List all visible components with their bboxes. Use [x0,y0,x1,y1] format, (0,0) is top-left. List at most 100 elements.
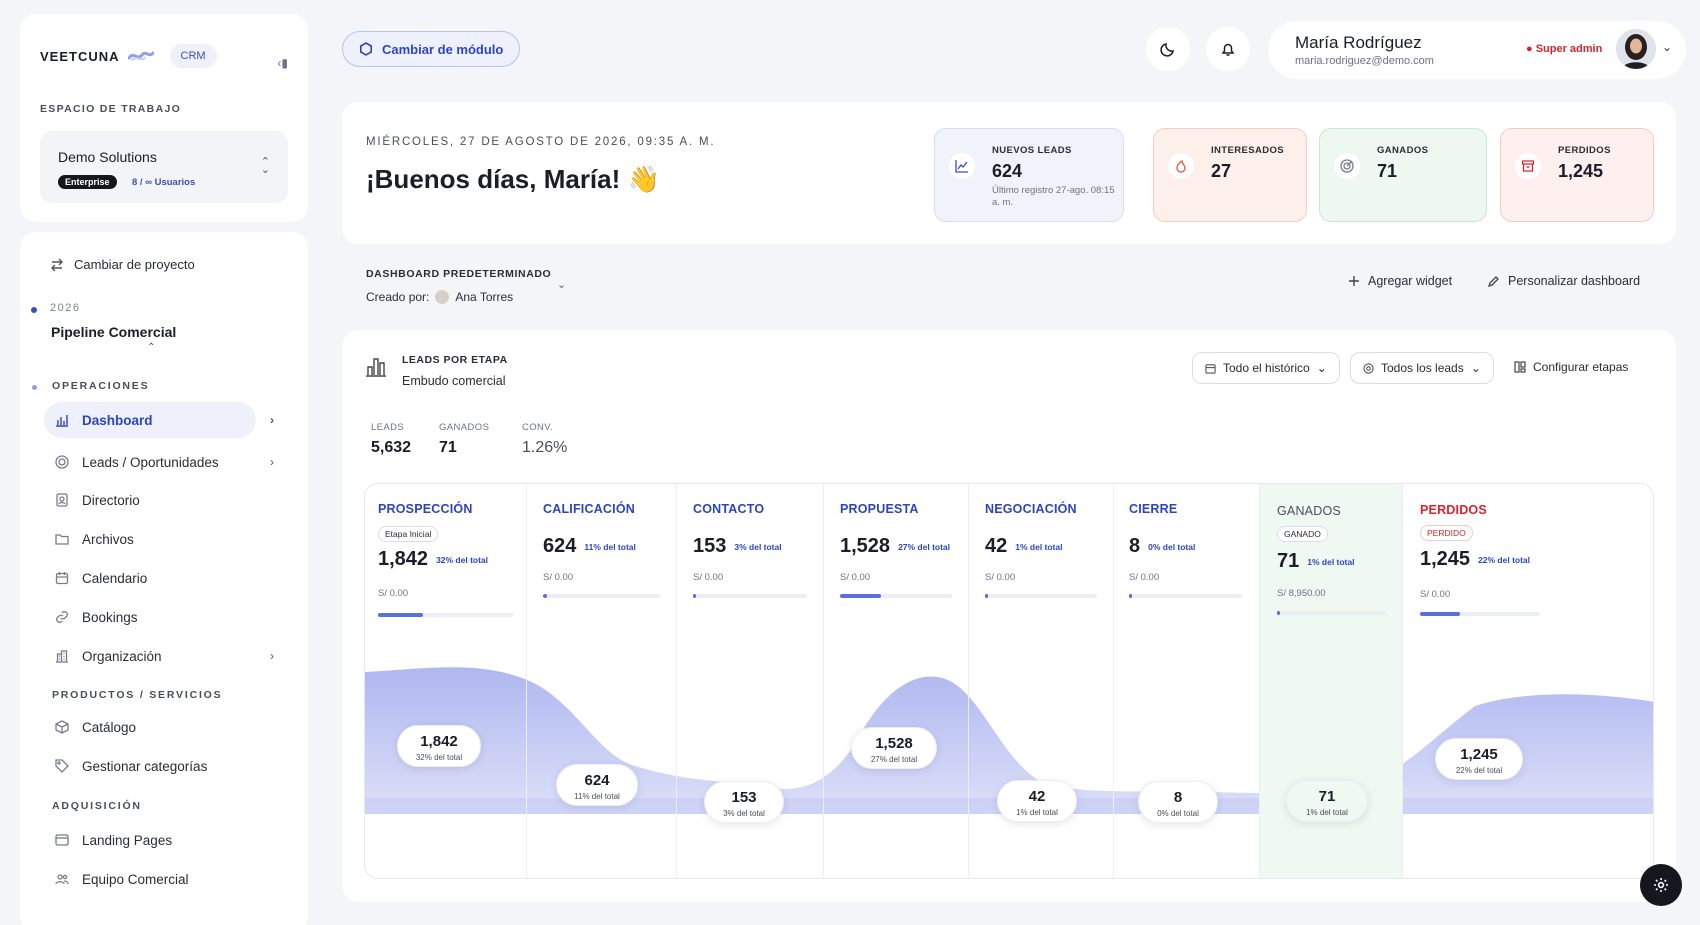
stage-progress-fill [378,613,423,617]
add-widget-button[interactable]: Agregar widget [1348,274,1452,288]
bubble-value: 1,245 [1460,746,1498,763]
stage-bubble: 153 3% del total [704,781,784,823]
stage-name: NEGOCIACIÓN [985,502,1077,516]
stage-column-propuesta[interactable]: PROPUESTA 1,528 27% del total S/ 0.00 [824,484,969,878]
sidebar-item-label: Gestionar categorías [82,758,208,774]
plan-badge: Enterprise [58,175,117,189]
customize-dashboard-button[interactable]: Personalizar dashboard [1487,274,1640,288]
box-icon [54,719,70,735]
chevron-down-icon[interactable]: ⌄ [557,278,566,291]
switch-project-button[interactable]: Cambiar de proyecto [50,257,195,272]
dark-mode-button[interactable] [1146,27,1190,71]
configure-stages-button[interactable]: Configurar etapas [1514,360,1628,374]
add-widget-label: Agregar widget [1368,274,1453,288]
stage-percent: 27% del total [898,541,951,552]
sidebar-item-label: Leads / Oportunidades [82,454,219,470]
stage-column-calificacion[interactable]: CALIFICACIÓN 624 11% del total S/ 0.00 [527,484,677,878]
switch-module-button[interactable]: Cambiar de módulo [342,31,521,67]
role-label: Super admin [1535,43,1603,55]
kpi-label: GANADOS [439,422,490,433]
time-filter-label: Todo el histórico [1223,361,1310,375]
timeline-dot [31,307,37,313]
team-icon [54,871,70,887]
stage-column-perdidos[interactable]: PERDIDOS PERDIDO 1,245 22% del total S/ 0… [1403,484,1653,878]
bar-chart-icon [54,412,70,428]
stage-bubble: 8 0% del total [1138,781,1218,823]
user-menu[interactable]: María Rodríguez maria.rodriguez@demo.com… [1268,21,1686,79]
stage-count: 42 [985,535,1008,557]
stage-progress [378,613,513,617]
created-by: Creado por: Ana Torres [366,290,513,304]
chevron-up-icon[interactable]: ⌃ [147,342,155,353]
sidebar-item-bookings[interactable]: Bookings [44,599,256,635]
bubble-value: 42 [1028,788,1046,805]
stat-label: PERDIDOS [1558,145,1611,156]
sidebar-item-label: Equipo Comercial [82,871,189,887]
sidebar-item-label: Landing Pages [82,832,173,848]
stat-card-interesados[interactable]: INTERESADOS 27 [1153,128,1307,222]
sidebar-item-archivos[interactable]: Archivos [44,521,256,557]
moon-icon [1160,41,1176,57]
plus-icon [1348,275,1360,287]
sidebar-item-label: Bookings [82,609,138,625]
stage-progress [693,594,807,598]
dashboard-selector-label[interactable]: DASHBOARD PREDETERMINADO [366,268,551,280]
folder-icon [54,531,70,547]
stage-value: 153 3% del total [693,535,782,558]
configure-stages-label: Configurar etapas [1533,360,1629,374]
kpi-conversion: CONV. 1.26% [522,422,567,457]
avatar [435,290,450,304]
chevron-updown-icon: ⌃ ⌄ [260,156,270,176]
avatar[interactable] [1616,29,1656,69]
settings-button[interactable] [1640,864,1682,906]
sidebar-item-calendario[interactable]: Calendario [44,560,256,596]
sidebar-item-leads[interactable]: Leads / Oportunidades › [44,444,274,480]
role-badge: ● Super admin [1526,43,1603,55]
workspace-selector[interactable]: Demo Solutions Enterprise 8 / ∞ Usuarios… [40,131,288,203]
leads-filter-dropdown[interactable]: Todos los leads ⌄ [1350,352,1494,384]
stage-column-prospeccion[interactable]: PROSPECCIÓN Etapa Inicial 1,842 32% del t… [365,484,527,878]
stage-progress-fill [543,594,547,598]
stage-name: CALIFICACIÓN [543,502,635,516]
stage-bubble: 1,528 27% del total [851,727,937,769]
stage-amount: S/ 0.00 [1420,589,1451,600]
chevron-down-icon: ⌄ [1661,40,1672,54]
stage-bubble: 1,842 32% del total [397,725,481,767]
sidebar-item-dashboard[interactable]: Dashboard › [44,402,274,438]
time-filter-dropdown[interactable]: Todo el histórico ⌄ [1192,352,1340,384]
stat-value: 71 [1377,161,1398,181]
tag-icon [54,758,70,774]
sidebar-item-equipo[interactable]: Equipo Comercial [44,861,256,897]
stage-value: 1,245 22% del total [1420,548,1530,571]
notifications-button[interactable] [1206,27,1250,71]
chevron-down-icon: ⌄ [1316,361,1327,375]
widget-subtitle: Embudo comercial [402,374,506,388]
stat-card-nuevos-leads[interactable]: NUEVOS LEADS 624 Último registro 27-ago.… [934,128,1124,222]
pipeline-selector[interactable]: Pipeline Comercial [51,324,176,340]
stat-card-perdidos[interactable]: PERDIDOS 1,245 [1500,128,1654,222]
leads-funnel-widget: LEADS POR ETAPA Embudo comercial Todo el… [342,330,1676,902]
sidebar-item-label: Archivos [82,531,134,547]
stage-progress [1277,611,1387,615]
stage-value: 42 1% del total [985,535,1062,558]
bubble-percent: 0% del total [1157,809,1199,818]
collapse-sidebar-icon[interactable]: ‹▮ [277,56,288,70]
switch-project-label: Cambiar de proyecto [74,257,195,272]
stat-label: INTERESADOS [1211,145,1285,156]
sidebar-item-organizacion[interactable]: Organización › [44,638,274,674]
brand-logo-icon [127,49,154,63]
sidebar-item-landing-pages[interactable]: Landing Pages [44,822,256,858]
stage-amount: S/ 0.00 [378,588,409,599]
sidebar-item-label: Organización [82,648,162,664]
widget-title: LEADS POR ETAPA [402,354,508,366]
stage-amount: S/ 0.00 [840,572,871,583]
brand: VEETCUNA CRM [40,44,217,68]
stat-value: 624 [992,161,1023,181]
archive-icon [1515,153,1541,179]
greeting-card: MIÉRCOLES, 27 DE AGOSTO DE 2026, 09:35 A… [342,102,1676,244]
stat-card-ganados[interactable]: GANADOS 71 [1319,128,1487,222]
leads-filter-label: Todos los leads [1381,361,1464,375]
sidebar-item-catalogo[interactable]: Catálogo [44,709,256,745]
sidebar-item-directorio[interactable]: Directorio [44,482,256,518]
sidebar-item-categorias[interactable]: Gestionar categorías [44,748,256,784]
